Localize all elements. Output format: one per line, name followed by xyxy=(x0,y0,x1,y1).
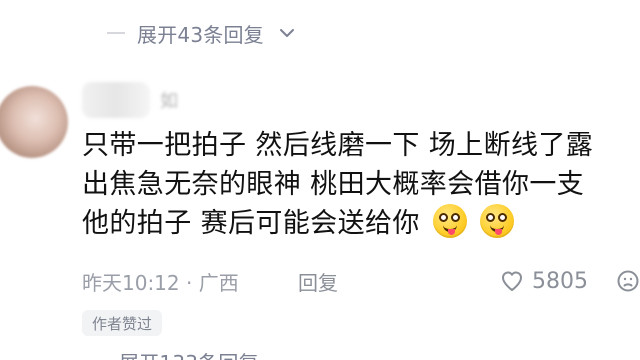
reply-button[interactable]: 回复 xyxy=(298,267,338,296)
expand-replies-label-bottom[interactable]: 展开133条回复 xyxy=(119,347,259,360)
like-count: 5805 xyxy=(532,268,588,294)
avatar[interactable] xyxy=(0,86,68,158)
emoji-tongue xyxy=(447,229,455,235)
drool-face-emoji-icon xyxy=(432,204,467,238)
divider-dash xyxy=(107,32,125,34)
comment-line-3-text: 他的拍子 赛后可能会送给你 xyxy=(82,208,420,239)
comment-meta: 昨天10:12 · 广西 回复 5805 xyxy=(82,264,640,298)
drool-face-emoji-icon xyxy=(479,204,514,238)
like-button[interactable]: 5805 xyxy=(500,269,588,294)
expand-replies-top[interactable]: 展开43条回复 xyxy=(107,18,296,48)
frown-face-icon[interactable] xyxy=(616,269,640,293)
emoji-tongue xyxy=(494,229,502,235)
chevron-down-icon[interactable] xyxy=(278,24,296,42)
username-blurred[interactable]: 如 xyxy=(82,82,192,118)
username-fragment: 如 xyxy=(160,91,178,112)
author-liked-badge: 作者赞过 xyxy=(82,310,163,336)
expand-replies-bottom[interactable]: 展开133条回复 xyxy=(107,346,259,360)
heart-outline-icon[interactable] xyxy=(500,269,524,293)
comment-time-location: 昨天10:12 · 广西 xyxy=(82,267,242,296)
comment-location: 广西 xyxy=(198,270,239,295)
comment-line-1: 只带一把拍子 然后线磨一下 场上断线了露 xyxy=(82,130,594,161)
meta-separator: · xyxy=(186,270,193,295)
comment-time: 昨天10:12 xyxy=(82,270,180,295)
expand-replies-label[interactable]: 展开43条回复 xyxy=(137,19,264,48)
comment-screen: 展开43条回复 如 只带一把拍子 然后线磨一下 场上断线了露 出焦急无奈的眼神 … xyxy=(0,0,640,360)
comment-line-2: 出焦急无奈的眼神 桃田大概率会借你一支 xyxy=(82,169,585,200)
comment-text: 只带一把拍子 然后线磨一下 场上断线了露 出焦急无奈的眼神 桃田大概率会借你一支… xyxy=(82,126,634,243)
comment-line-3: 他的拍子 赛后可能会送给你 xyxy=(82,204,634,243)
username-blur-block xyxy=(82,82,150,118)
